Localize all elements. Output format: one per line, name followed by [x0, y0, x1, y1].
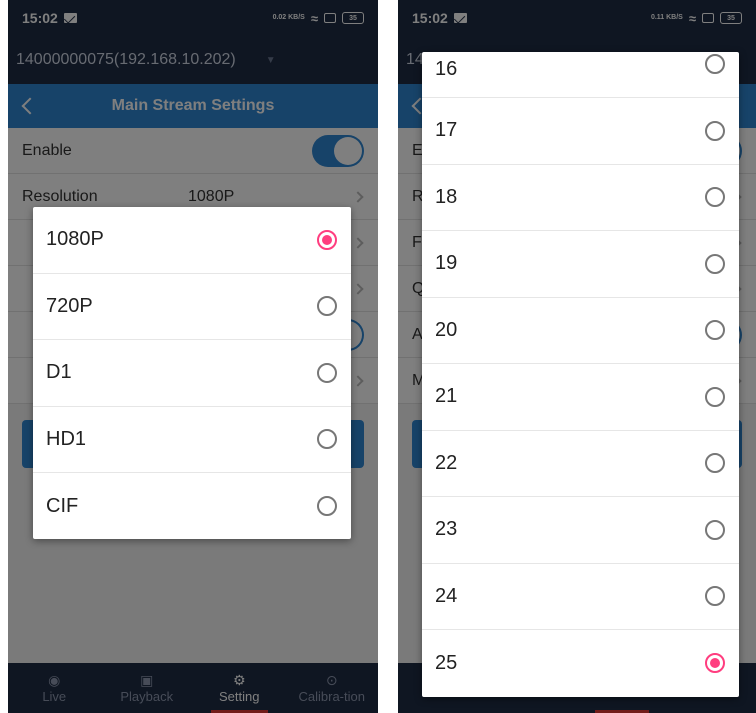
- option-18[interactable]: 18: [422, 165, 739, 231]
- radio-icon[interactable]: [317, 429, 337, 450]
- radio-icon[interactable]: [705, 54, 725, 74]
- option-720p[interactable]: 720P: [33, 274, 351, 340]
- radio-icon[interactable]: [705, 253, 725, 274]
- option-label: 24: [435, 584, 458, 607]
- radio-selected-icon[interactable]: [317, 229, 337, 250]
- radio-icon[interactable]: [705, 586, 725, 607]
- option-label: 25: [435, 651, 458, 674]
- option-label: 1080P: [46, 228, 104, 251]
- radio-icon[interactable]: [317, 296, 337, 317]
- option-label: 18: [435, 185, 458, 208]
- radio-selected-icon[interactable]: [705, 653, 725, 674]
- option-label: HD1: [46, 427, 87, 450]
- option-hd1[interactable]: HD1: [33, 407, 351, 473]
- phone-screen-framerate: 15:02 0.11 KB/S ≈ 35 14 E R F Q A M 16 1…: [398, 0, 756, 713]
- option-label: 20: [435, 318, 458, 341]
- option-16[interactable]: 16: [422, 52, 739, 98]
- option-d1[interactable]: D1: [33, 340, 351, 407]
- option-cif[interactable]: CIF: [33, 473, 351, 540]
- radio-icon[interactable]: [317, 496, 337, 517]
- option-24[interactable]: 24: [422, 564, 739, 630]
- option-label: 720P: [46, 294, 93, 317]
- option-label: D1: [46, 361, 72, 384]
- radio-icon[interactable]: [705, 519, 725, 540]
- option-17[interactable]: 17: [422, 98, 739, 165]
- option-label: 16: [435, 58, 458, 80]
- radio-icon[interactable]: [705, 386, 725, 407]
- option-label: 22: [435, 451, 458, 474]
- option-label: 21: [435, 385, 458, 408]
- radio-icon[interactable]: [705, 453, 725, 474]
- option-19[interactable]: 19: [422, 231, 739, 298]
- option-25[interactable]: 25: [422, 630, 739, 697]
- option-label: 17: [435, 119, 458, 142]
- radio-icon[interactable]: [705, 120, 725, 141]
- option-label: CIF: [46, 494, 79, 517]
- phone-screen-resolution: 15:02 0.02 KB/S ≈ 35 14000000075(192.168…: [8, 0, 378, 713]
- option-22[interactable]: 22: [422, 431, 739, 497]
- resolution-dialog: 1080P 720P D1 HD1 CIF: [33, 207, 351, 539]
- radio-icon[interactable]: [317, 362, 337, 383]
- option-label: 23: [435, 518, 458, 541]
- option-20[interactable]: 20: [422, 298, 739, 364]
- option-label: 19: [435, 252, 458, 275]
- framerate-dialog: 16 17 18 19 20 21 22 23 24 25: [422, 52, 739, 697]
- radio-icon[interactable]: [705, 320, 725, 341]
- option-1080p[interactable]: 1080P: [33, 207, 351, 274]
- option-23[interactable]: 23: [422, 497, 739, 564]
- option-21[interactable]: 21: [422, 364, 739, 431]
- radio-icon[interactable]: [705, 187, 725, 208]
